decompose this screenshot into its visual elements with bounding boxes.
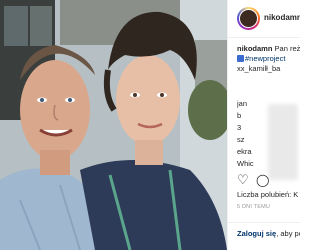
- login-prompt: Zaloguj się, aby po: [237, 229, 300, 238]
- comment-item: 3: [237, 123, 242, 132]
- caption-line: xx_kamilł_ba: [237, 64, 281, 73]
- avatar[interactable]: [237, 7, 260, 30]
- caption-text: Pan reż: [274, 44, 300, 53]
- post-sidebar: nikodamn nikodamn Pan reż #newproject xx…: [227, 0, 300, 250]
- heart-icon[interactable]: ♡: [237, 173, 249, 187]
- post-timestamp[interactable]: 5 DNI TEMU: [237, 204, 270, 210]
- caption-username[interactable]: nikodamn: [237, 44, 272, 53]
- login-bar: Zaloguj się, aby po: [228, 222, 300, 250]
- comment-item: Whic: [237, 159, 254, 168]
- comment-icon[interactable]: ◯: [256, 173, 269, 187]
- clapperboard-icon: [237, 55, 244, 62]
- post-photo: [0, 0, 227, 250]
- comment-list: jan b 3 sz ekra Whic: [237, 98, 297, 170]
- likes-count[interactable]: Liczba polubień: K: [237, 190, 298, 199]
- comment-item: b: [237, 111, 242, 120]
- post-header: nikodamn: [228, 0, 300, 38]
- username-link[interactable]: nikodamn: [264, 13, 300, 22]
- comment-item: ekra: [237, 147, 252, 156]
- hashtag-link[interactable]: #newproject: [245, 54, 285, 63]
- comment-item: jan: [237, 99, 248, 108]
- post-caption: nikodamn Pan reż #newproject xx_kamilł_b…: [237, 44, 300, 74]
- comment-item: sz: [237, 135, 245, 144]
- login-suffix: , aby po: [276, 229, 300, 238]
- login-link[interactable]: Zaloguj się: [237, 229, 276, 238]
- selfie-image: [0, 0, 227, 250]
